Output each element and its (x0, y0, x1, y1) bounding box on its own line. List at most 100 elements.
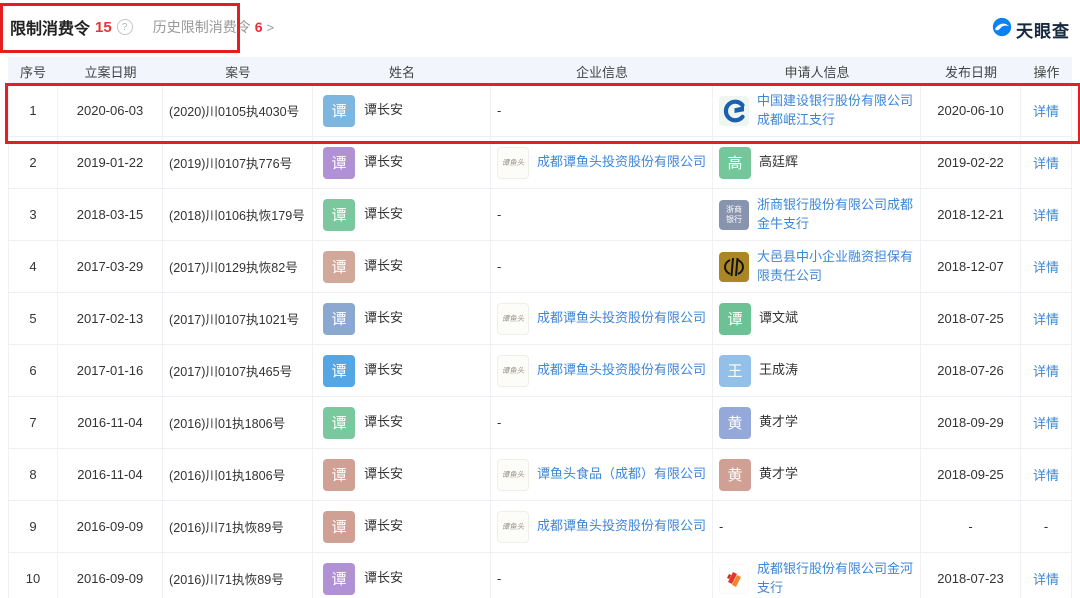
person-name: 谭长安 (364, 570, 404, 586)
person-avatar: 谭 (323, 562, 355, 595)
person-name: 谭长安 (364, 362, 404, 378)
applicant-company-link[interactable]: 中国建设银行股份有限公司成都岷江支行 (757, 92, 920, 130)
publish-date-cell: 2018-07-26 (921, 345, 1021, 396)
applicant-company-link[interactable]: 大邑县中小企业融资担保有限责任公司 (757, 248, 920, 286)
person-name-cell: 谭谭长安 (313, 449, 491, 500)
company-info-cell: - (491, 241, 713, 292)
person-name-cell: 谭谭长安 (313, 85, 491, 136)
tanyutou-logo-icon: 谭鱼头 (497, 458, 529, 491)
applicant-name: 高廷辉 (759, 154, 799, 170)
detail-link[interactable]: 详情 (1033, 153, 1059, 172)
applicant-name: 黄才学 (759, 466, 799, 482)
person-name-cell: 谭谭长安 (313, 501, 491, 552)
publish-date-cell: 2020-06-10 (921, 85, 1021, 136)
table-body: 1 2020-06-03 (2020)川0105执4030号谭谭长安 - 中国建设银行股… (8, 85, 1072, 598)
person-name-cell: 谭谭长安 (313, 189, 491, 240)
detail-link[interactable]: 详情 (1033, 257, 1059, 276)
column-header: 姓名 (388, 64, 415, 80)
applicant-info-cell: 成都银行股份有限公司金河支行 (713, 553, 921, 598)
case-number-cell: (2016)川01执1806号 (163, 449, 313, 500)
case-number-cell: (2020)川0105执4030号 (163, 85, 313, 136)
person-name-cell: 谭谭长安 (313, 553, 491, 598)
row-index-cell: 5 (8, 293, 58, 344)
applicant-avatar: 高 (719, 146, 751, 179)
action-cell: 详情 (1021, 241, 1072, 292)
person-avatar: 谭 (323, 198, 355, 231)
column-header: 发布日期 (944, 64, 997, 80)
applicant-info-cell: 浙商 银行 浙商银行股份有限公司成都金牛支行 (713, 189, 921, 240)
company-info-cell: 谭鱼头 成都谭鱼头投资股份有限公司 (491, 345, 713, 396)
brand-name: 天眼查 (1016, 22, 1070, 41)
person-name-cell: 谭谭长安 (313, 345, 491, 396)
row-index-cell: 2 (8, 137, 58, 188)
publish-date-cell: - (921, 501, 1021, 552)
company-link[interactable]: 成都谭鱼头投资股份有限公司 (537, 361, 706, 380)
restriction-orders-table: 序号 立案日期 案号 姓名 企业信息 申请人信息 发布日期 操作 1 2020-06-03 (20… (8, 57, 1072, 598)
column-header: 序号 (19, 64, 46, 80)
person-name-cell: 谭谭长安 (313, 137, 491, 188)
detail-link[interactable]: 详情 (1033, 413, 1059, 432)
company-link[interactable]: 谭鱼头食品（成都）有限公司 (537, 465, 706, 484)
publish-date-cell: 2018-12-21 (921, 189, 1021, 240)
tanyutou-logo-icon: 谭鱼头 (497, 302, 529, 335)
history-orders-link[interactable]: 历史限制消费令 6 > (153, 17, 274, 37)
detail-link[interactable]: 详情 (1033, 569, 1059, 588)
zheshang-logo-text: 浙商 (726, 205, 742, 215)
person-name: 谭长安 (364, 466, 404, 482)
person-name: 谭长安 (364, 258, 404, 274)
table-row: 5 2017-02-13 (2017)川0107执1021号谭谭长安 谭鱼头 成都谭鱼头… (8, 293, 1072, 345)
company-link[interactable]: 成都谭鱼头投资股份有限公司 (537, 309, 706, 328)
row-index-cell: 6 (8, 345, 58, 396)
company-link[interactable]: 成都谭鱼头投资股份有限公司 (537, 517, 706, 536)
help-icon[interactable]: ? (116, 19, 133, 35)
person-name: 谭长安 (364, 310, 404, 326)
table-row: 9 2016-09-09 (2016)川71执恢89号谭谭长安 谭鱼头 成都谭鱼头投资股… (8, 501, 1072, 553)
history-orders-label: 历史限制消费令 (152, 19, 251, 35)
person-name: 谭长安 (364, 518, 404, 534)
action-cell: 详情 (1021, 137, 1072, 188)
filing-date-cell: 2020-06-03 (58, 85, 163, 136)
detail-link[interactable]: 详情 (1033, 361, 1059, 380)
applicant-company-link[interactable]: 成都银行股份有限公司金河支行 (757, 560, 920, 598)
table-row: 4 2017-03-29 (2017)川0129执恢82号谭谭长安 - 大邑县中小企业融… (8, 241, 1072, 293)
detail-link[interactable]: 详情 (1033, 101, 1059, 120)
detail-link[interactable]: 详情 (1033, 205, 1059, 224)
filing-date-cell: 2017-03-29 (58, 241, 163, 292)
person-avatar: 谭 (323, 510, 355, 543)
publish-date-cell: 2018-12-07 (921, 241, 1021, 292)
table-row: 1 2020-06-03 (2020)川0105执4030号谭谭长安 - 中国建设银行股… (8, 85, 1072, 137)
case-number-cell: (2017)川0107执1021号 (163, 293, 313, 344)
company-info-cell: 谭鱼头 成都谭鱼头投资股份有限公司 (491, 501, 713, 552)
detail-link[interactable]: 详情 (1033, 465, 1059, 484)
column-header: 申请人信息 (784, 64, 850, 80)
case-number-cell: (2016)川71执恢89号 (163, 501, 313, 552)
table-row: 2 2019-01-22 (2019)川0107执776号谭谭长安 谭鱼头 成都谭鱼头投… (8, 137, 1072, 189)
applicant-info-cell: 王王成涛 (713, 345, 921, 396)
person-avatar: 谭 (323, 302, 355, 335)
case-number-cell: (2017)川0107执465号 (163, 345, 313, 396)
case-number-cell: (2017)川0129执恢82号 (163, 241, 313, 292)
case-number-cell: (2016)川71执恢89号 (163, 553, 313, 598)
applicant-avatar: 王 (719, 354, 751, 387)
publish-date-cell: 2018-07-25 (921, 293, 1021, 344)
filing-date-cell: 2019-01-22 (58, 137, 163, 188)
person-name: 谭长安 (364, 206, 404, 222)
history-count-badge: 6 (254, 19, 263, 35)
company-info-cell: - (491, 553, 713, 598)
applicant-avatar: 黄 (719, 458, 751, 491)
detail-link[interactable]: 详情 (1033, 309, 1059, 328)
page-title: 限制消费令 (10, 21, 91, 38)
ccb-logo-icon (719, 95, 749, 126)
column-header: 企业信息 (575, 64, 628, 80)
tanyutou-logo-text: 谭鱼头 (501, 470, 525, 479)
company-link[interactable]: 成都谭鱼头投资股份有限公司 (537, 153, 706, 172)
person-avatar: 谭 (323, 458, 355, 491)
applicant-company-link[interactable]: 浙商银行股份有限公司成都金牛支行 (757, 196, 920, 234)
company-info-cell: 谭鱼头 成都谭鱼头投资股份有限公司 (491, 137, 713, 188)
case-number-cell: (2019)川0107执776号 (163, 137, 313, 188)
action-cell: 详情 (1021, 85, 1072, 136)
applicant-info-cell: 黄黄才学 (713, 449, 921, 500)
tanyutou-logo-icon: 谭鱼头 (497, 354, 529, 387)
tanyutou-logo-text: 谭鱼头 (501, 522, 525, 531)
section-header: 限制消费令 15 ? 历史限制消费令 6 > (10, 15, 274, 39)
